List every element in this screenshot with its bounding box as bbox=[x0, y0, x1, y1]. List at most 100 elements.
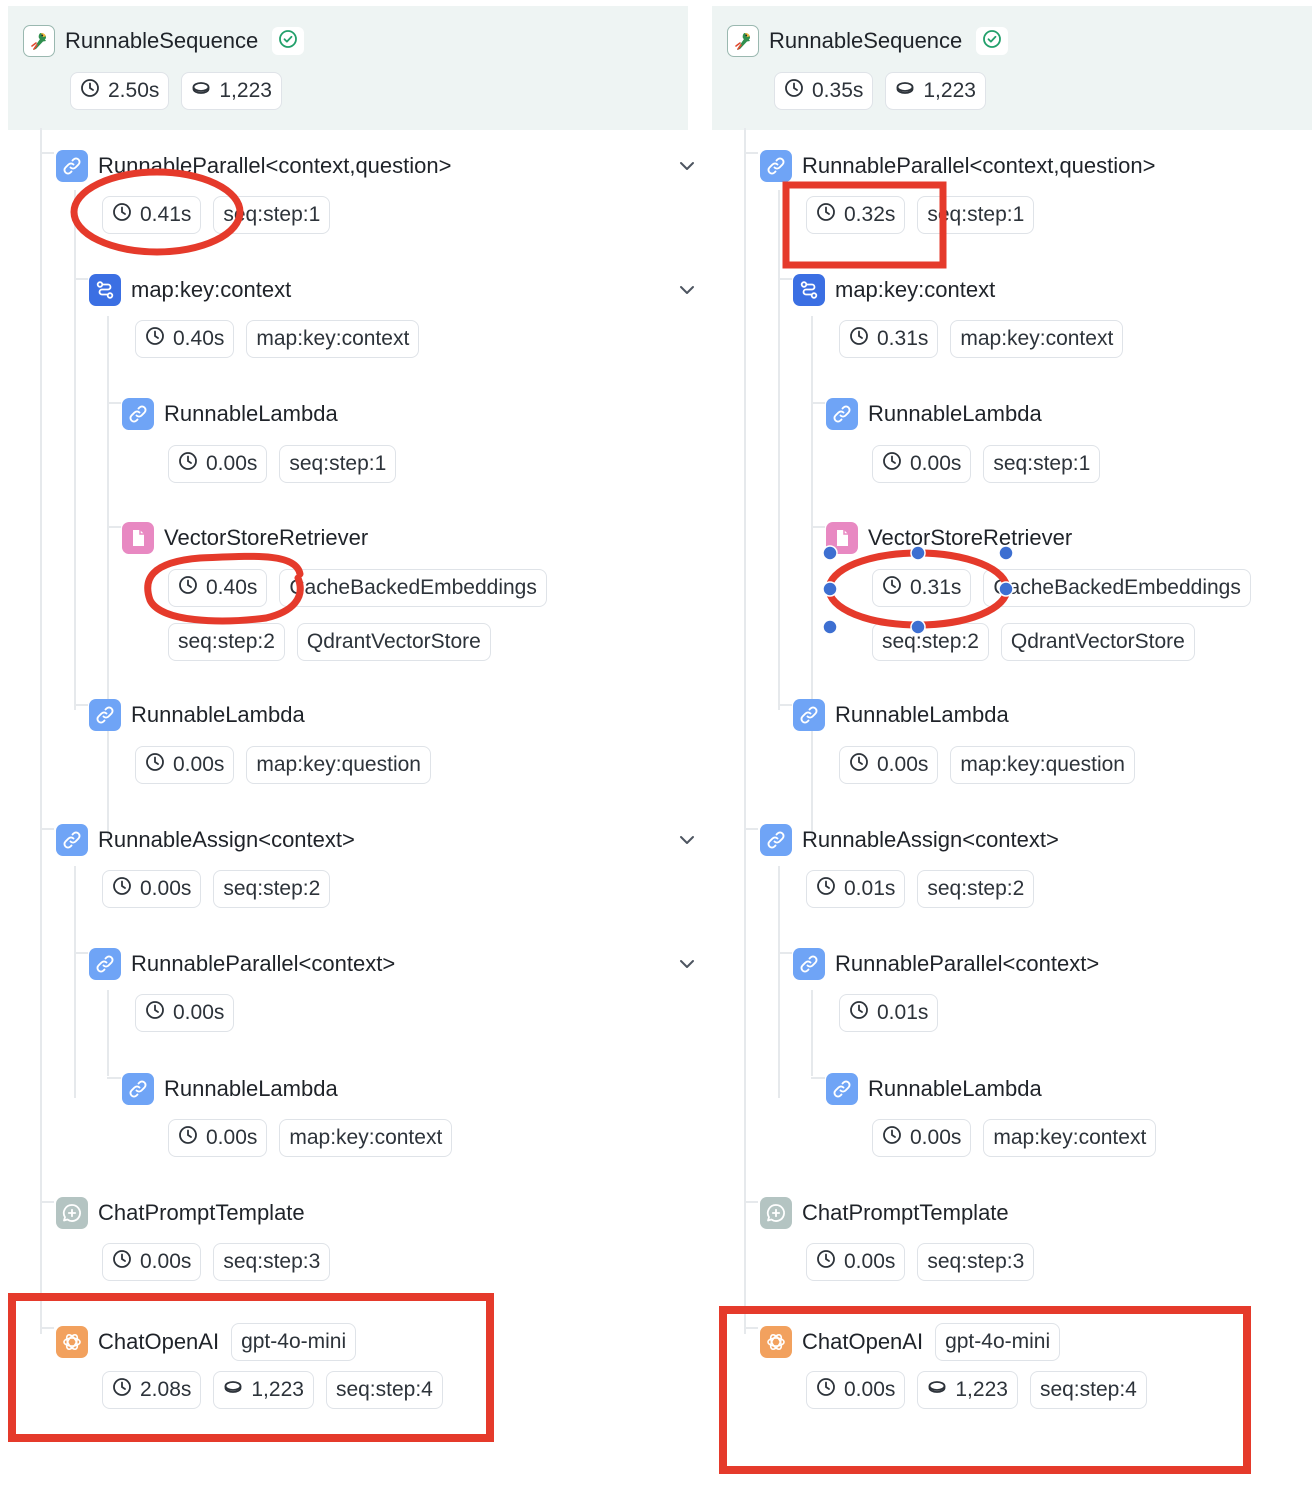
chat-bubble-plus-icon bbox=[760, 1197, 792, 1229]
latency-chip: 0.00s bbox=[839, 746, 939, 784]
latency-chip: 0.00s bbox=[102, 870, 202, 908]
tag-chip: seq:step:1 bbox=[917, 196, 1035, 234]
run-step-title: RunnableParallel<context> bbox=[835, 951, 1100, 976]
run-step-row[interactable]: RunnableParallel<context,question> bbox=[760, 150, 1155, 182]
tree-guide-line bbox=[74, 952, 88, 954]
run-step-row[interactable]: ChatPromptTemplate bbox=[760, 1197, 1009, 1229]
link-icon bbox=[826, 398, 858, 430]
document-icon bbox=[122, 522, 154, 554]
run-step-title: RunnableParallel<context,question> bbox=[802, 153, 1156, 178]
run-step-metadata: 0.00s bbox=[135, 994, 235, 1032]
run-step-metadata: 0.40s CacheBackedEmbeddings seq:step:2 Qdra… bbox=[168, 569, 620, 661]
run-step-row[interactable]: map:key:context bbox=[89, 274, 291, 306]
latency-value: 0.00s bbox=[173, 753, 225, 776]
latency-chip: 0.35s bbox=[774, 72, 874, 110]
run-step-row[interactable]: RunnableLambda bbox=[89, 699, 305, 731]
latency-value: 0.00s bbox=[910, 452, 962, 475]
clock-icon bbox=[849, 1000, 869, 1026]
run-step-row[interactable]: RunnableAssign<context> bbox=[760, 824, 1059, 856]
run-step-row[interactable]: ChatPromptTemplate bbox=[56, 1197, 305, 1229]
run-step-title: ChatPromptTemplate bbox=[98, 1200, 305, 1225]
model-name-chip: gpt-4o-mini bbox=[935, 1323, 1061, 1361]
run-step-row[interactable]: RunnableParallel<context> bbox=[793, 948, 1099, 980]
tree-guide-line bbox=[811, 1077, 825, 1079]
link-icon bbox=[89, 948, 121, 980]
clock-icon bbox=[178, 451, 198, 477]
parrot-icon bbox=[23, 25, 55, 57]
tree-guide-line bbox=[74, 278, 88, 280]
tag-label: seq:step:1 bbox=[927, 203, 1025, 226]
clock-icon bbox=[882, 1125, 902, 1151]
tag-label: seq:step:2 bbox=[223, 877, 321, 900]
tree-guide-line bbox=[40, 152, 54, 154]
tree-guide-line bbox=[107, 402, 121, 404]
latency-value: 0.32s bbox=[844, 203, 896, 226]
run-step-title: RunnableAssign<context> bbox=[802, 827, 1059, 852]
clock-icon bbox=[882, 575, 902, 601]
run-step-row[interactable]: RunnableLambda bbox=[826, 1073, 1042, 1105]
chevron-down-icon[interactable] bbox=[677, 156, 697, 176]
link-icon bbox=[826, 1073, 858, 1105]
tag-chip: seq:step:2 bbox=[917, 870, 1035, 908]
token-count-value: 1,223 bbox=[251, 1378, 304, 1401]
tree-guide-line bbox=[74, 704, 88, 706]
run-step-metadata: 0.00s seq:step:3 bbox=[102, 1243, 331, 1281]
annotation-box bbox=[8, 1293, 494, 1442]
run-step-metadata: 0.01s bbox=[839, 994, 939, 1032]
token-coin-icon bbox=[895, 78, 915, 104]
tag-chip: CacheBackedEmbeddings bbox=[983, 569, 1251, 607]
tag-chip: seq:step:4 bbox=[1029, 1371, 1147, 1409]
check-circle-icon bbox=[982, 29, 1002, 54]
latency-chip: 0.31s bbox=[872, 569, 972, 607]
run-step-row[interactable]: RunnableLambda bbox=[793, 699, 1009, 731]
link-icon bbox=[760, 824, 792, 856]
link-icon bbox=[122, 1073, 154, 1105]
run-step-row[interactable]: VectorStoreRetriever bbox=[122, 522, 368, 554]
run-step-row[interactable]: RunnableAssign<context> bbox=[56, 824, 355, 856]
tag-chip: map:key:question bbox=[950, 746, 1135, 784]
latency-chip: 0.00s bbox=[135, 746, 235, 784]
run-step-title: RunnableLambda bbox=[164, 1076, 338, 1101]
clock-icon bbox=[849, 326, 869, 352]
run-step-title: RunnableAssign<context> bbox=[98, 827, 355, 852]
run-step-row[interactable]: RunnableParallel<context,question> bbox=[56, 150, 451, 182]
token-count-value: 1,223 bbox=[955, 1378, 1008, 1401]
root-run-row[interactable]: RunnableSequence bbox=[727, 25, 1009, 57]
latency-chip: 0.40s bbox=[168, 569, 268, 607]
latency-value: 0.01s bbox=[877, 1001, 929, 1024]
run-step-title: VectorStoreRetriever bbox=[164, 525, 369, 550]
run-step-row[interactable]: RunnableParallel<context> bbox=[89, 948, 395, 980]
latency-chip: 2.50s bbox=[70, 72, 170, 110]
run-step-row[interactable]: map:key:context bbox=[793, 274, 995, 306]
run-step-row[interactable]: ChatOpenAI gpt-4o-mini bbox=[56, 1323, 357, 1361]
token-count-value: 1,223 bbox=[219, 79, 272, 102]
tag-label: seq:step:2 bbox=[882, 630, 979, 653]
clock-icon bbox=[112, 1249, 132, 1275]
tag-chip: CacheBackedEmbeddings bbox=[279, 569, 547, 607]
chevron-down-icon[interactable] bbox=[677, 954, 697, 974]
run-step-row[interactable]: RunnableLambda bbox=[826, 398, 1042, 430]
tree-guide-line bbox=[778, 952, 792, 954]
tag-label: seq:step:4 bbox=[1039, 1378, 1137, 1401]
run-step-row[interactable]: VectorStoreRetriever bbox=[826, 522, 1072, 554]
tree-guide-line bbox=[811, 316, 813, 840]
tag-label: seq:step:2 bbox=[927, 877, 1025, 900]
chevron-down-icon[interactable] bbox=[677, 280, 697, 300]
token-count-chip: 1,223 bbox=[885, 72, 986, 110]
token-coin-icon bbox=[191, 78, 211, 104]
run-step-metadata: 0.00s 1,223 seq:step:4 bbox=[806, 1371, 1147, 1409]
latency-value: 0.31s bbox=[910, 576, 962, 599]
tag-chip: seq:step:1 bbox=[983, 445, 1101, 483]
run-step-metadata: 0.00s seq:step:1 bbox=[872, 445, 1101, 483]
clock-icon bbox=[816, 1249, 836, 1275]
run-step-row[interactable]: RunnableLambda bbox=[122, 398, 338, 430]
clock-icon bbox=[145, 752, 165, 778]
token-coin-icon bbox=[223, 1377, 243, 1403]
latency-chip: 0.00s bbox=[872, 445, 972, 483]
run-step-row[interactable]: RunnableLambda bbox=[122, 1073, 338, 1105]
tree-guide-line bbox=[811, 526, 825, 528]
latency-value: 0.00s bbox=[206, 1126, 258, 1149]
root-run-row[interactable]: RunnableSequence bbox=[23, 25, 305, 57]
chevron-down-icon[interactable] bbox=[677, 830, 697, 850]
run-step-row[interactable]: ChatOpenAI gpt-4o-mini bbox=[760, 1323, 1061, 1361]
